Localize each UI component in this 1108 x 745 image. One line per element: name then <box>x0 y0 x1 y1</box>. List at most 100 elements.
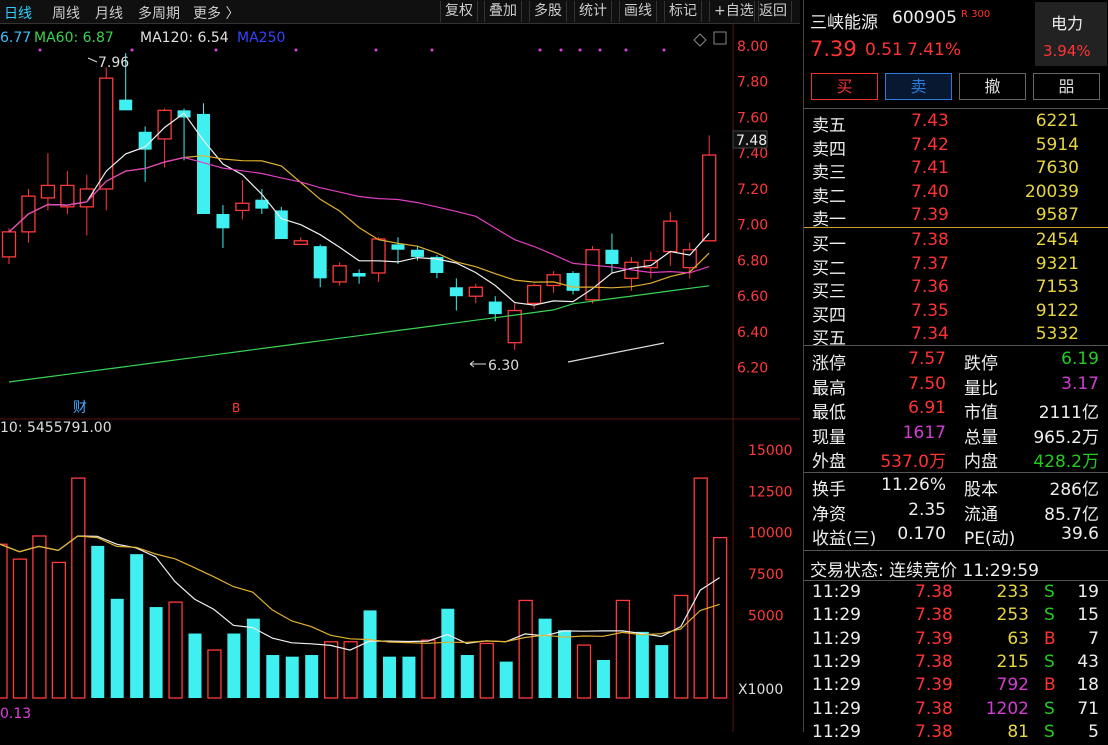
volume-ma5-line <box>0 535 720 651</box>
volume-bar <box>363 610 377 698</box>
period-weekly[interactable]: 周线 <box>52 3 80 23</box>
event-dot <box>294 48 298 52</box>
candle-body <box>468 286 483 297</box>
tick-time: 11:29 <box>812 605 861 626</box>
ask-row[interactable]: 卖三 7.41 7630 <box>804 158 1108 183</box>
sell-button[interactable]: 卖 <box>885 73 952 100</box>
more-menu-button[interactable]: 㗊 <box>1033 73 1100 100</box>
stat-label: 换手 <box>812 480 846 500</box>
stat-label: 市值 <box>964 403 998 423</box>
bid-row[interactable]: 买五 7.34 5332 <box>804 324 1108 349</box>
tool-multi-stock[interactable]: 多股 <box>529 1 567 22</box>
candle-body <box>527 284 542 305</box>
ask-price: 7.41 <box>911 158 949 178</box>
ask-price: 7.40 <box>911 181 949 202</box>
price-tick: 7.20 <box>737 182 768 198</box>
ask-row[interactable]: 卖二 7.40 20039 <box>804 181 1108 207</box>
ask-row[interactable]: 卖四 7.42 5914 <box>804 135 1108 160</box>
bid-label: 买三 <box>812 282 846 302</box>
cancel-order-button[interactable]: 撤 <box>959 73 1026 100</box>
stat-value: 11.26% <box>881 475 946 495</box>
bid-label: 买一 <box>812 235 846 255</box>
stat-label: PE(动) <box>964 529 1016 549</box>
volume-bar <box>713 536 728 699</box>
stat-value: 7.50 <box>908 373 946 394</box>
volume-bar <box>479 642 494 699</box>
price-tick: 7.60 <box>737 110 768 126</box>
volume-bar <box>227 633 241 698</box>
stat-label: 涨停 <box>812 354 846 374</box>
chart-toolbar: 日线 周线 月线 多周期 更多 〉 复权 叠加 多股 统计 画线 标记 +自选 … <box>0 0 800 24</box>
divider <box>804 345 1108 346</box>
tick-volume: 215 <box>996 651 1029 672</box>
period-monthly[interactable]: 月线 <box>95 3 123 23</box>
bid-row[interactable]: 买二 7.37 9321 <box>804 253 1108 279</box>
volume-bar <box>518 599 533 699</box>
tool-overlay[interactable]: 叠加 <box>484 1 522 22</box>
candle-body <box>255 199 269 209</box>
tick-row: 11:29 7.38 253 S 15 <box>804 605 1108 628</box>
bid-price: 7.35 <box>911 300 949 321</box>
volume-bar <box>538 618 552 698</box>
tick-price: 7.38 <box>915 651 953 672</box>
fundamental-row: 收益(三) 0.170 PE(动) 39.6 <box>804 524 1108 549</box>
stat-value: 2.35 <box>908 499 946 520</box>
tick-side: S <box>1044 582 1055 602</box>
candle-body <box>605 249 619 265</box>
tool-draw-line[interactable]: 画线 <box>619 1 657 22</box>
candle-body <box>60 184 75 208</box>
stat-value: 6.19 <box>1061 349 1099 369</box>
bid-price: 7.37 <box>911 253 949 274</box>
buy-button[interactable]: 买 <box>811 73 878 100</box>
tick-volume: 1202 <box>985 698 1029 719</box>
volume-bar <box>402 656 416 698</box>
bid-price: 7.38 <box>911 230 949 250</box>
add-watchlist-button[interactable]: +自选 <box>709 1 759 22</box>
period-multi[interactable]: 多周期 <box>138 3 180 23</box>
tick-count: 15 <box>1077 605 1099 626</box>
stock-code: 600905 <box>892 8 957 28</box>
tick-price: 7.39 <box>915 628 953 649</box>
tick-time: 11:29 <box>812 582 861 602</box>
candle-body <box>682 249 697 269</box>
ask-row[interactable]: 卖五 7.43 6221 <box>804 111 1108 136</box>
volume-bar <box>323 641 339 699</box>
chart-settings-icons <box>693 31 727 47</box>
tick-volume: 792 <box>996 675 1029 696</box>
period-daily[interactable]: 日线 <box>4 3 32 23</box>
sector-change: 3.94% <box>1043 42 1091 60</box>
tool-restore-rights[interactable]: 复权 <box>440 1 478 22</box>
ask-volume: 9587 <box>1035 205 1079 225</box>
period-more[interactable]: 更多 〉 <box>193 3 239 23</box>
back-button[interactable]: 返回 <box>754 1 792 22</box>
volume-bar <box>674 594 689 699</box>
ask-label: 卖二 <box>812 186 846 207</box>
candle-body <box>119 99 133 111</box>
volume-bar <box>441 608 455 698</box>
price-change: 0.51 <box>865 40 903 60</box>
volume-tick: 5000 <box>748 608 784 624</box>
bid-volume: 2454 <box>1035 230 1079 250</box>
tick-row: 11:29 7.38 233 S 19 <box>804 582 1108 605</box>
volume-bar <box>91 545 105 698</box>
tool-mark[interactable]: 标记 <box>664 1 702 22</box>
volume-bar <box>149 607 163 698</box>
tick-count: 19 <box>1077 582 1099 602</box>
stock-tag: R 300 <box>961 9 991 20</box>
stat-value: 537.0万 <box>880 452 946 472</box>
tick-count: 43 <box>1077 651 1099 672</box>
tick-price: 7.39 <box>915 675 953 696</box>
kline-chart[interactable]: 6.77 MA60: 6.87 MA120: 6.54 MA250 8.00 7.80 7.… <box>0 24 800 732</box>
stat-label: 收益(三) <box>812 529 877 549</box>
stat-value: 3.17 <box>1061 373 1099 394</box>
volume-bar <box>499 661 513 698</box>
bid-row[interactable]: 买三 7.36 7153 <box>804 277 1108 302</box>
bid-price: 7.36 <box>911 277 949 297</box>
bid-row[interactable]: 买四 7.35 9122 <box>804 300 1108 326</box>
bid-row[interactable]: 买一 7.38 2454 <box>804 230 1108 255</box>
ask-row[interactable]: 卖一 7.39 9587 <box>804 205 1108 230</box>
event-marker-finance: 财 <box>73 400 87 416</box>
tool-statistics[interactable]: 统计 <box>574 1 612 22</box>
stat-value: 965.2万 <box>1033 427 1099 448</box>
volume-bar <box>207 649 222 699</box>
